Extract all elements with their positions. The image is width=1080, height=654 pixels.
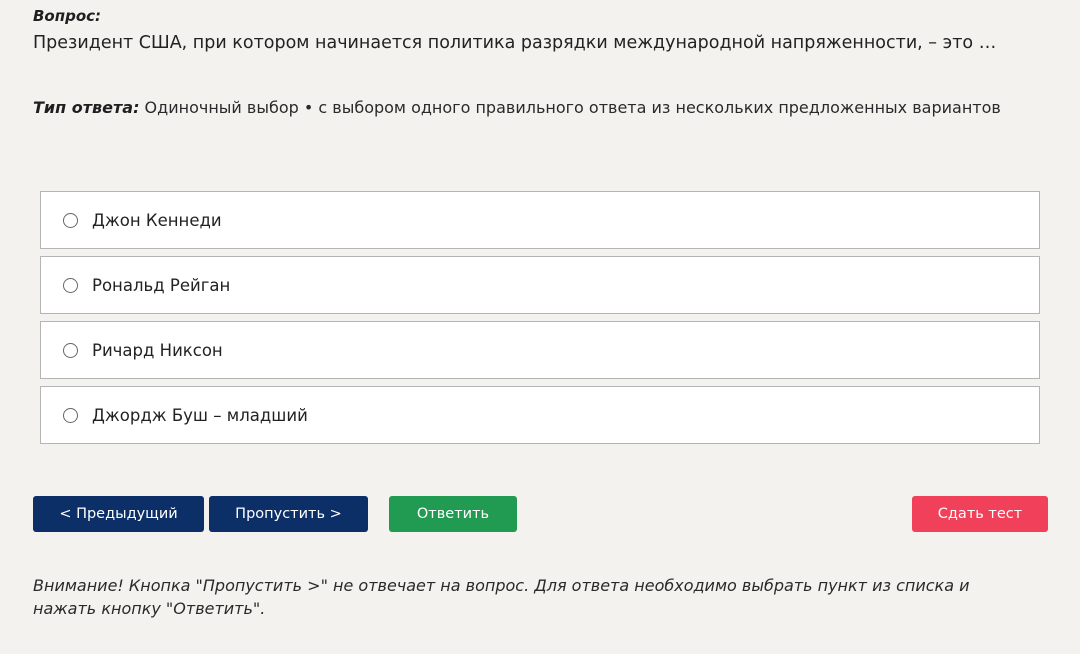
answer-option-label: Джон Кеннеди: [92, 210, 222, 230]
answer-options: Джон Кеннеди Рональд Рейган Ричард Никсо…: [40, 191, 1040, 451]
question-caption: Вопрос:: [33, 7, 102, 25]
question-text: Президент США, при котором начинается по…: [33, 33, 997, 53]
radio-button[interactable]: [63, 342, 78, 358]
skip-notice: Внимание! Кнопка "Пропустить >" не отвеч…: [33, 576, 970, 618]
submit-test-button[interactable]: Сдать тест: [912, 496, 1048, 532]
answer-option-label: Джордж Буш – младший: [92, 405, 308, 425]
answer-type-label: Тип ответа:: [33, 98, 140, 117]
answer-type: Тип ответа: Одиночный выбор • с выбором …: [33, 98, 1001, 117]
radio-button[interactable]: [63, 277, 78, 293]
skip-button[interactable]: Пропустить >: [209, 496, 368, 532]
answer-option-label: Ричард Никсон: [92, 340, 223, 360]
radio-button[interactable]: [63, 212, 78, 228]
answer-option-label: Рональд Рейган: [92, 275, 231, 295]
answer-button[interactable]: Ответить: [389, 496, 517, 532]
test-page: Вопрос: Президент США, при котором начин…: [0, 0, 1080, 654]
previous-button[interactable]: < Предыдущий: [33, 496, 204, 532]
radio-button[interactable]: [63, 407, 78, 423]
answer-type-value: Одиночный выбор • с выбором одного прави…: [139, 98, 1001, 117]
answer-option-1[interactable]: Джон Кеннеди: [40, 191, 1040, 249]
answer-option-2[interactable]: Рональд Рейган: [40, 256, 1040, 314]
answer-option-3[interactable]: Ричард Никсон: [40, 321, 1040, 379]
answer-option-4[interactable]: Джордж Буш – младший: [40, 386, 1040, 444]
